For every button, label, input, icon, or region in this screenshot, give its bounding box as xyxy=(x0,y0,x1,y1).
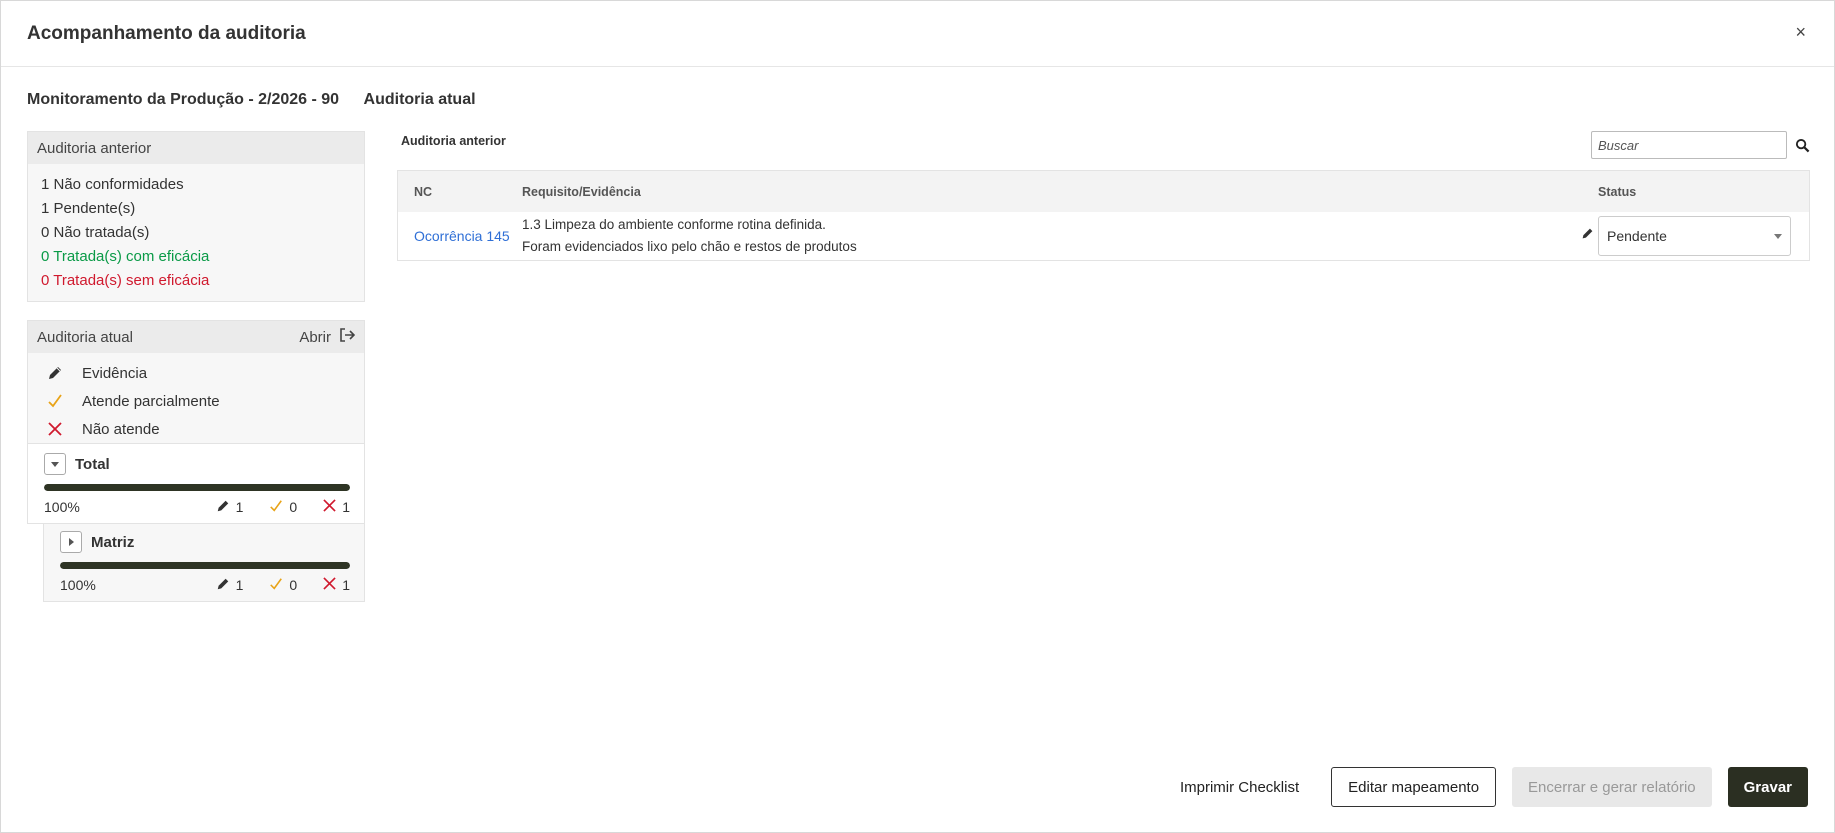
open-audit-label: Abrir xyxy=(299,328,331,346)
total-stats: 100% 1 0 1 xyxy=(44,497,350,517)
previous-audit-table-title: Auditoria anterior xyxy=(401,134,506,148)
legend-not-meet-label: Não atende xyxy=(82,420,160,438)
audit-modal: Acompanhamento da auditoria × Monitorame… xyxy=(0,0,1835,833)
audit-current-label: Auditoria atual xyxy=(363,91,476,108)
status-select[interactable]: Pendente xyxy=(1598,216,1791,256)
column-nc: NC xyxy=(414,184,433,199)
column-status: Status xyxy=(1598,184,1637,199)
evidence-text: Foram evidenciados lixo pelo chão e rest… xyxy=(522,239,857,254)
total-percent: 100% xyxy=(44,499,80,515)
matriz-progress-fill xyxy=(60,562,350,569)
matriz-percent: 100% xyxy=(60,577,96,593)
matriz-partial-value: 0 xyxy=(289,577,298,593)
modal-header: Acompanhamento da auditoria × xyxy=(1,1,1834,67)
total-evidence-value: 1 xyxy=(235,499,244,515)
summary-untreated: 0 Não tratada(s) xyxy=(41,224,150,241)
legend: Evidência Atende parcialmente Não atende xyxy=(28,353,364,443)
matriz-evidence-value: 1 xyxy=(235,577,244,593)
current-audit-panel-header: Auditoria atual Abrir xyxy=(28,321,364,353)
check-icon xyxy=(42,393,68,409)
open-audit-button[interactable]: Abrir xyxy=(299,328,356,346)
check-icon xyxy=(269,577,283,594)
current-audit-panel: Auditoria atual Abrir Evidência Atende p… xyxy=(27,320,365,524)
matriz-progress-bar xyxy=(60,562,350,569)
legend-evidence-label: Evidência xyxy=(82,364,148,382)
total-node: Total 100% 1 0 1 xyxy=(28,443,364,523)
check-icon xyxy=(269,499,283,516)
previous-audit-summary: 1 Não conformidades 1 Pendente(s) 0 Não … xyxy=(28,164,364,301)
left-column: Auditoria anterior 1 Não conformidades 1… xyxy=(27,131,365,602)
x-icon xyxy=(42,422,68,436)
caret-right-icon xyxy=(68,538,74,546)
modal-footer: Imprimir Checklist Editar mapeamento Enc… xyxy=(1164,767,1808,807)
matriz-stats: 100% 1 0 1 xyxy=(60,575,350,595)
close-and-report-button[interactable]: Encerrar e gerar relatório xyxy=(1512,767,1712,807)
previous-audit-panel-title: Auditoria anterior xyxy=(28,132,364,164)
audit-subheader: Monitoramento da Produção - 2/2026 - 90 … xyxy=(27,91,476,109)
total-partial-count: 0 xyxy=(269,499,297,516)
total-node-header: Total xyxy=(44,452,350,476)
pencil-icon xyxy=(1581,227,1594,245)
close-button[interactable]: × xyxy=(1795,23,1806,41)
save-button[interactable]: Gravar xyxy=(1727,767,1808,807)
column-requirement: Requisito/Evidência xyxy=(522,184,641,199)
status-selected-value: Pendente xyxy=(1607,228,1667,244)
caret-down-icon xyxy=(51,461,59,467)
edit-mapping-button[interactable]: Editar mapeamento xyxy=(1331,767,1497,807)
pencil-icon xyxy=(42,365,68,381)
total-not-meet-value: 1 xyxy=(342,499,350,515)
legend-evidence: Evidência xyxy=(28,359,364,387)
matriz-partial-count: 0 xyxy=(269,577,297,594)
status-cell: Pendente xyxy=(1598,216,1809,256)
summary-treated-ineffective: 0 Tratada(s) sem eficácia xyxy=(41,272,210,289)
total-collapse-toggle[interactable] xyxy=(44,453,66,475)
x-icon xyxy=(323,499,336,515)
chevron-down-icon xyxy=(1774,233,1782,239)
legend-partial: Atende parcialmente xyxy=(28,387,364,415)
total-evidence-count: 1 xyxy=(216,499,244,516)
matriz-label: Matriz xyxy=(91,533,135,551)
total-partial-value: 0 xyxy=(289,499,298,515)
pencil-icon xyxy=(216,577,230,594)
previous-audit-panel: Auditoria anterior 1 Não conformidades 1… xyxy=(27,131,365,302)
total-label: Total xyxy=(75,455,110,473)
table-row: Ocorrência 145 1.3 Limpeza do ambiente c… xyxy=(398,212,1809,260)
pencil-icon xyxy=(216,499,230,516)
search-icon[interactable] xyxy=(1795,138,1810,153)
legend-not-meet: Não atende xyxy=(28,415,364,443)
modal-title: Acompanhamento da auditoria xyxy=(27,23,306,44)
summary-treated-effective: 0 Tratada(s) com eficácia xyxy=(41,248,210,265)
sign-out-icon xyxy=(339,328,356,346)
matriz-node: Matriz 100% 1 0 1 xyxy=(43,524,365,602)
legend-partial-label: Atende parcialmente xyxy=(82,392,220,410)
search-input[interactable] xyxy=(1591,131,1787,159)
matriz-not-meet-value: 1 xyxy=(342,577,350,593)
audit-name: Monitoramento da Produção - 2/2026 - 90 xyxy=(27,91,340,108)
print-checklist-button[interactable]: Imprimir Checklist xyxy=(1164,767,1315,807)
requirement-text: 1.3 Limpeza do ambiente conforme rotina … xyxy=(522,217,826,232)
summary-nonconformities: 1 Não conformidades xyxy=(41,176,184,193)
matriz-node-header: Matriz xyxy=(60,530,350,554)
matriz-not-meet-count: 1 xyxy=(323,577,350,593)
table-header: NC Requisito/Evidência Status xyxy=(398,171,1809,212)
matriz-evidence-count: 1 xyxy=(216,577,244,594)
matriz-expand-toggle[interactable] xyxy=(60,531,82,553)
search-area xyxy=(1591,131,1810,159)
edit-evidence-button[interactable] xyxy=(1576,227,1598,245)
current-audit-panel-title: Auditoria atual xyxy=(37,329,133,346)
total-progress-bar xyxy=(44,484,350,491)
total-not-meet-count: 1 xyxy=(323,499,350,515)
occurrence-link[interactable]: Ocorrência 145 xyxy=(398,228,522,244)
total-progress-fill xyxy=(44,484,350,491)
summary-pending: 1 Pendente(s) xyxy=(41,200,136,217)
x-icon xyxy=(323,577,336,593)
requirement-cell: 1.3 Limpeza do ambiente conforme rotina … xyxy=(522,214,1576,258)
nonconformity-table: NC Requisito/Evidência Status Ocorrência… xyxy=(397,170,1810,261)
